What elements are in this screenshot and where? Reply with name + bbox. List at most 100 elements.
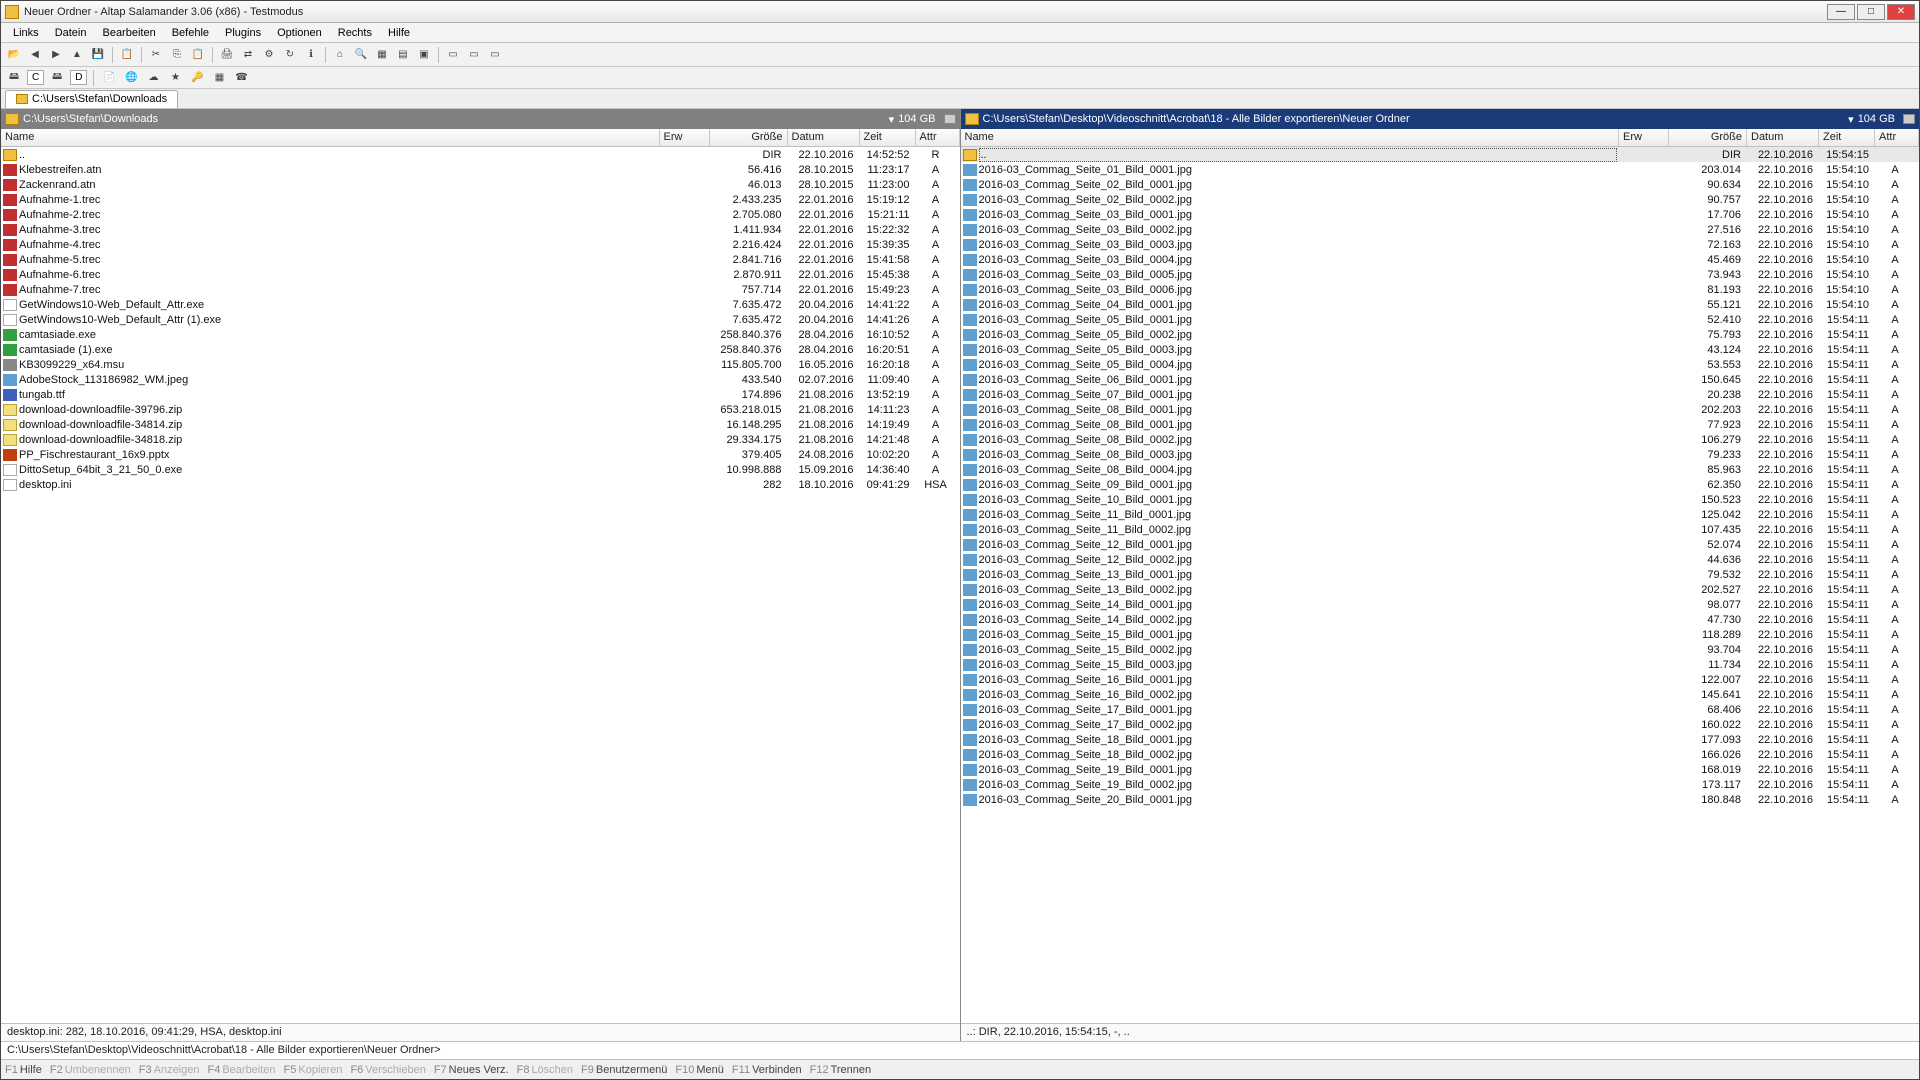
menu-plugins[interactable]: Plugins [217,25,269,41]
file-row[interactable]: 2016-03_Commag_Seite_05_Bild_0001.jpg52.… [961,312,1920,327]
file-row[interactable]: 2016-03_Commag_Seite_19_Bild_0002.jpg173… [961,777,1920,792]
tool-gear-icon[interactable]: ⚙ [260,46,278,64]
col-size[interactable]: Größe [710,129,788,146]
tool-clipboard-icon[interactable]: 📋 [118,46,136,64]
file-row[interactable]: 2016-03_Commag_Seite_08_Bild_0001.jpg202… [961,402,1920,417]
file-row[interactable]: desktop.ini28218.10.201609:41:29HSA [1,477,960,492]
file-row[interactable]: 2016-03_Commag_Seite_17_Bild_0002.jpg160… [961,717,1920,732]
file-row[interactable]: Klebestreifen.atn56.41628.10.201511:23:1… [1,162,960,177]
file-row[interactable]: 2016-03_Commag_Seite_15_Bild_0001.jpg118… [961,627,1920,642]
file-row[interactable]: Aufnahme-3.trec1.411.93422.01.201615:22:… [1,222,960,237]
menu-hilfe[interactable]: Hilfe [380,25,418,41]
file-row[interactable]: 2016-03_Commag_Seite_12_Bild_0001.jpg52.… [961,537,1920,552]
file-row[interactable]: 2016-03_Commag_Seite_07_Bild_0001.jpg20.… [961,387,1920,402]
tool-info-icon[interactable]: ℹ [302,46,320,64]
left-pathbar[interactable]: C:\Users\Stefan\Downloads ▾ 104 GB [1,109,960,129]
drive-icon[interactable] [944,114,956,124]
fkey-f11[interactable]: F11Verbinden [728,1062,806,1078]
fkey-f7[interactable]: F7Neues Verz. [430,1062,513,1078]
col-ext[interactable]: Erw [1619,129,1669,146]
drive-hdd2-icon[interactable]: 🖴 [48,69,66,87]
menu-datein[interactable]: Datein [47,25,95,41]
titlebar[interactable]: Neuer Ordner - Altap Salamander 3.06 (x8… [1,1,1919,23]
tool-search-icon[interactable]: 🔍 [352,46,370,64]
drive-doc-icon[interactable]: 📄 [100,69,118,87]
file-row[interactable]: GetWindows10-Web_Default_Attr (1).exe7.6… [1,312,960,327]
left-filelist[interactable]: ..DIR22.10.201614:52:52RKlebestreifen.at… [1,147,960,1023]
file-row[interactable]: tungab.ttf174.89621.08.201613:52:19A [1,387,960,402]
col-name[interactable]: Name [961,129,1620,146]
left-column-header[interactable]: Name Erw Größe Datum Zeit Attr [1,129,960,147]
menu-bearbeiten[interactable]: Bearbeiten [94,25,163,41]
file-row[interactable]: download-downloadfile-34814.zip16.148.29… [1,417,960,432]
file-row[interactable]: 2016-03_Commag_Seite_06_Bild_0001.jpg150… [961,372,1920,387]
file-row[interactable]: 2016-03_Commag_Seite_05_Bild_0004.jpg53.… [961,357,1920,372]
col-date[interactable]: Datum [788,129,860,146]
tool-panel2-icon[interactable]: ▭ [465,46,483,64]
file-row[interactable]: 2016-03_Commag_Seite_19_Bild_0001.jpg168… [961,762,1920,777]
file-row[interactable]: 2016-03_Commag_Seite_09_Bild_0001.jpg62.… [961,477,1920,492]
drive-icon[interactable] [1903,114,1915,124]
col-name[interactable]: Name [1,129,660,146]
file-row[interactable]: 2016-03_Commag_Seite_03_Bild_0001.jpg17.… [961,207,1920,222]
col-attr[interactable]: Attr [1875,129,1919,146]
file-row[interactable]: download-downloadfile-39796.zip653.218.0… [1,402,960,417]
file-row[interactable]: camtasiade.exe258.840.37628.04.201616:10… [1,327,960,342]
file-row[interactable]: 2016-03_Commag_Seite_13_Bild_0001.jpg79.… [961,567,1920,582]
drive-net-icon[interactable]: 🌐 [122,69,140,87]
fkey-f9[interactable]: F9Benutzermenü [577,1062,671,1078]
tool-refresh-icon[interactable]: ↻ [281,46,299,64]
file-row[interactable]: 2016-03_Commag_Seite_17_Bild_0001.jpg68.… [961,702,1920,717]
tool-view2-icon[interactable]: ▤ [394,46,412,64]
col-date[interactable]: Datum [1747,129,1819,146]
tool-panel3-icon[interactable]: ▭ [486,46,504,64]
menu-optionen[interactable]: Optionen [269,25,330,41]
menu-links[interactable]: Links [5,25,47,41]
drive-ftp-icon[interactable]: ☁ [144,69,162,87]
file-row[interactable]: 2016-03_Commag_Seite_02_Bild_0002.jpg90.… [961,192,1920,207]
file-row[interactable]: 2016-03_Commag_Seite_03_Bild_0002.jpg27.… [961,222,1920,237]
col-ext[interactable]: Erw [660,129,710,146]
file-row[interactable]: 2016-03_Commag_Seite_13_Bild_0002.jpg202… [961,582,1920,597]
tool-compare-icon[interactable]: ⇄ [239,46,257,64]
file-row[interactable]: 2016-03_Commag_Seite_08_Bild_0001.jpg77.… [961,417,1920,432]
file-row[interactable]: 2016-03_Commag_Seite_02_Bild_0001.jpg90.… [961,177,1920,192]
file-row[interactable]: 2016-03_Commag_Seite_16_Bild_0001.jpg122… [961,672,1920,687]
drive-c-button[interactable]: C [27,70,44,85]
file-row[interactable]: ..DIR22.10.201615:54:15 [961,147,1920,162]
file-row[interactable]: 2016-03_Commag_Seite_11_Bild_0001.jpg125… [961,507,1920,522]
file-row[interactable]: 2016-03_Commag_Seite_08_Bild_0003.jpg79.… [961,447,1920,462]
file-row[interactable]: 2016-03_Commag_Seite_05_Bild_0003.jpg43.… [961,342,1920,357]
tool-view1-icon[interactable]: ▦ [373,46,391,64]
file-row[interactable]: KB3099229_x64.msu115.805.70016.05.201616… [1,357,960,372]
tool-forward-icon[interactable]: ▶ [47,46,65,64]
close-button[interactable]: ✕ [1887,4,1915,20]
file-row[interactable]: 2016-03_Commag_Seite_05_Bild_0002.jpg75.… [961,327,1920,342]
tool-print-icon[interactable]: 🖨 [218,46,236,64]
tab-left-downloads[interactable]: C:\Users\Stefan\Downloads [5,90,178,108]
file-row[interactable]: 2016-03_Commag_Seite_10_Bild_0001.jpg150… [961,492,1920,507]
file-row[interactable]: 2016-03_Commag_Seite_03_Bild_0005.jpg73.… [961,267,1920,282]
file-row[interactable]: Aufnahme-6.trec2.870.91122.01.201615:45:… [1,267,960,282]
file-row[interactable]: Aufnahme-4.trec2.216.42422.01.201615:39:… [1,237,960,252]
col-size[interactable]: Größe [1669,129,1747,146]
file-row[interactable]: 2016-03_Commag_Seite_16_Bild_0002.jpg145… [961,687,1920,702]
file-row[interactable]: 2016-03_Commag_Seite_11_Bild_0002.jpg107… [961,522,1920,537]
file-row[interactable]: AdobeStock_113186982_WM.jpeg433.54002.07… [1,372,960,387]
file-row[interactable]: 2016-03_Commag_Seite_12_Bild_0002.jpg44.… [961,552,1920,567]
file-row[interactable]: 2016-03_Commag_Seite_15_Bild_0002.jpg93.… [961,642,1920,657]
file-row[interactable]: 2016-03_Commag_Seite_01_Bild_0001.jpg203… [961,162,1920,177]
file-row[interactable]: 2016-03_Commag_Seite_18_Bild_0002.jpg166… [961,747,1920,762]
file-row[interactable]: camtasiade (1).exe258.840.37628.04.20161… [1,342,960,357]
col-time[interactable]: Zeit [1819,129,1875,146]
tool-open-icon[interactable]: 📂 [5,46,23,64]
file-row[interactable]: download-downloadfile-34818.zip29.334.17… [1,432,960,447]
tool-panel1-icon[interactable]: ▭ [444,46,462,64]
drive-hdd-icon[interactable]: 🖴 [5,69,23,87]
file-row[interactable]: 2016-03_Commag_Seite_15_Bild_0003.jpg11.… [961,657,1920,672]
drive-key-icon[interactable]: 🔑 [188,69,206,87]
file-row[interactable]: 2016-03_Commag_Seite_18_Bild_0001.jpg177… [961,732,1920,747]
drive-reg-icon[interactable]: ▦ [210,69,228,87]
file-row[interactable]: 2016-03_Commag_Seite_03_Bild_0003.jpg72.… [961,237,1920,252]
tool-home-icon[interactable]: ⌂ [331,46,349,64]
